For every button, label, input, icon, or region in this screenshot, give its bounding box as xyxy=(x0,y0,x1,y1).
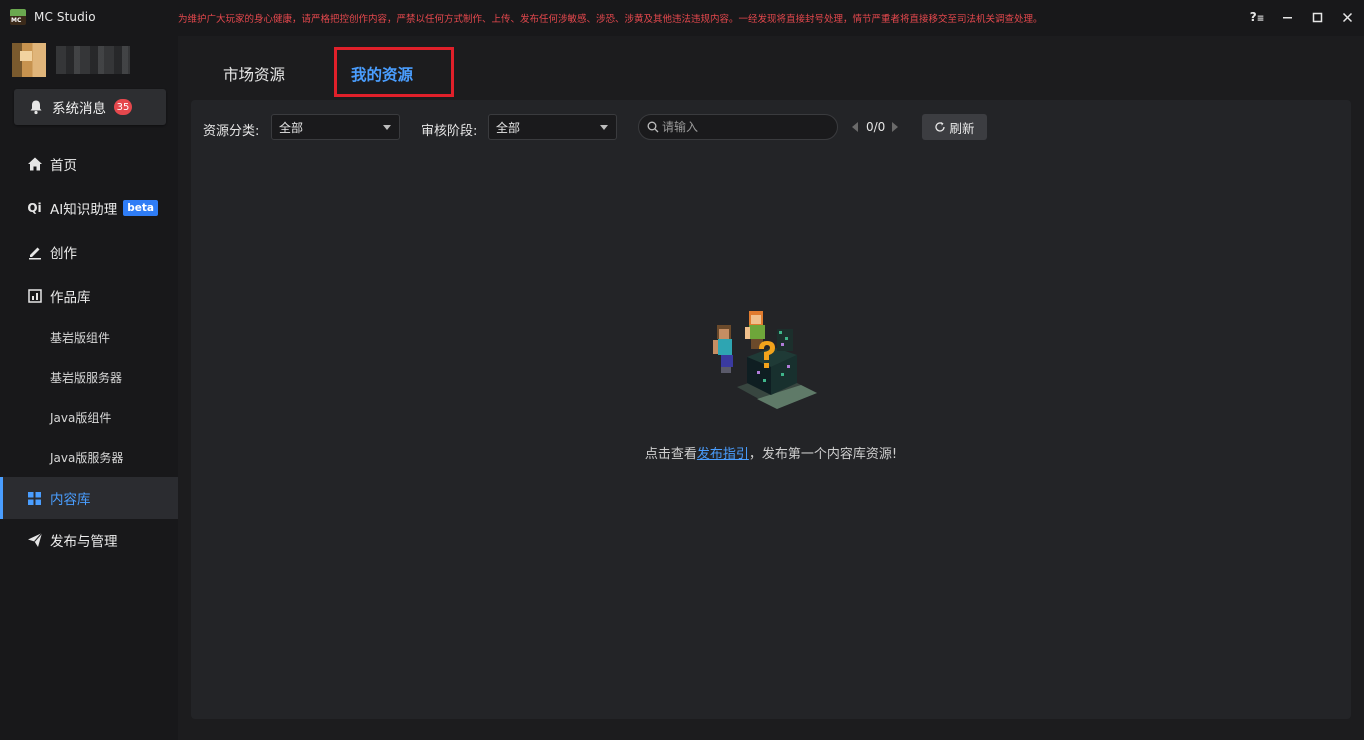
next-page-icon[interactable] xyxy=(892,122,898,132)
edit-icon xyxy=(26,244,43,261)
sidebar-subitem-java-server[interactable]: Java版服务器 xyxy=(50,449,123,466)
avatar[interactable] xyxy=(12,43,46,77)
nav-item-content-library[interactable]: 内容库 xyxy=(0,477,178,519)
review-stage-label: 审核阶段: xyxy=(421,124,478,139)
sidebar-subitem-bedrock-component[interactable]: 基岩版组件 xyxy=(50,329,110,346)
sidebar-subitem-bedrock-server[interactable]: 基岩版服务器 xyxy=(50,369,122,386)
app-title: MC Studio xyxy=(34,10,96,24)
chevron-down-icon xyxy=(600,125,608,130)
empty-state-message: 点击查看发布指引，发布第一个内容库资源! xyxy=(191,443,1351,462)
ai-icon: Qi xyxy=(27,201,42,215)
minimize-button[interactable] xyxy=(1275,6,1299,28)
review-stage-value: 全部 xyxy=(496,120,521,135)
publish-guide-link[interactable]: 发布指引 xyxy=(697,447,749,462)
paper-plane-icon xyxy=(26,532,43,549)
close-button[interactable] xyxy=(1335,6,1359,28)
nav-item-home[interactable]: 首页 xyxy=(0,143,178,185)
content-notice: 为维护广大玩家的身心健康，请严格把控创作内容，严禁以任何方式制作、上传、发布任何… xyxy=(178,14,1043,25)
help-button[interactable]: ?≡ xyxy=(1245,6,1269,28)
username-blurred xyxy=(56,46,130,74)
bell-icon xyxy=(30,100,42,115)
category-select-value: 全部 xyxy=(279,120,304,135)
system-message-label: 系统消息 xyxy=(52,101,106,117)
refresh-label: 刷新 xyxy=(949,120,975,136)
nav-item-label: 创作 xyxy=(50,246,77,262)
nav-item-library[interactable]: 作品库 xyxy=(0,275,178,317)
category-filter-label: 资源分类: xyxy=(203,124,260,139)
prev-page-icon[interactable] xyxy=(852,122,858,132)
nav-item-create[interactable]: 创作 xyxy=(0,231,178,273)
close-icon xyxy=(1342,12,1352,22)
maximize-icon xyxy=(1312,12,1322,22)
maximize-button[interactable] xyxy=(1305,6,1329,28)
minimize-icon xyxy=(1282,16,1292,18)
nav-item-label: 首页 xyxy=(50,158,77,174)
home-icon xyxy=(26,156,43,173)
grid-icon xyxy=(26,490,43,507)
nav-item-ai-assistant[interactable]: Qi AI知识助理 beta xyxy=(0,187,178,229)
resource-panel: 资源分类: 全部 审核阶段: 全部 0/0 刷新 xyxy=(191,100,1351,719)
beta-badge: beta xyxy=(123,200,158,216)
page-indicator: 0/0 xyxy=(866,120,886,134)
empty-state-illustration xyxy=(713,311,817,409)
empty-state-prefix: 点击查看 xyxy=(644,447,697,462)
tab-highlight-box xyxy=(334,47,454,97)
refresh-button[interactable]: 刷新 xyxy=(922,114,987,140)
chevron-down-icon xyxy=(383,125,391,130)
main-content: 市场资源 我的资源 资源分类: 全部 审核阶段: 全部 0/0 xyxy=(178,36,1364,740)
refresh-icon xyxy=(935,122,946,132)
system-message-button[interactable]: 系统消息 35 xyxy=(14,89,166,125)
nav-item-label: 发布与管理 xyxy=(50,534,118,550)
app-logo-icon: MC xyxy=(10,9,26,25)
nav-item-label: 作品库 xyxy=(50,290,91,306)
search-box[interactable] xyxy=(638,114,838,140)
nav-item-label: AI知识助理 xyxy=(50,202,118,218)
sidebar-subitem-java-component[interactable]: Java版组件 xyxy=(50,409,111,426)
help-icon: ?≡ xyxy=(1249,10,1265,24)
unread-count-badge: 35 xyxy=(114,99,132,115)
search-icon xyxy=(647,121,659,133)
nav-item-label: 内容库 xyxy=(50,492,91,508)
empty-state-suffix: ，发布第一个内容库资源! xyxy=(748,447,898,462)
library-icon xyxy=(26,288,43,305)
nav-item-publish[interactable]: 发布与管理 xyxy=(0,519,178,561)
category-select[interactable]: 全部 xyxy=(271,114,400,140)
review-stage-select[interactable]: 全部 xyxy=(488,114,617,140)
sidebar: 系统消息 35 首页 Qi AI知识助理 beta 创作 作品库 基岩版组件 基… xyxy=(0,36,178,740)
search-input[interactable] xyxy=(662,120,822,134)
tab-market-resources[interactable]: 市场资源 xyxy=(223,63,285,85)
title-bar: MC MC Studio 为维护广大玩家的身心健康，请严格把控创作内容，严禁以任… xyxy=(0,0,1364,36)
